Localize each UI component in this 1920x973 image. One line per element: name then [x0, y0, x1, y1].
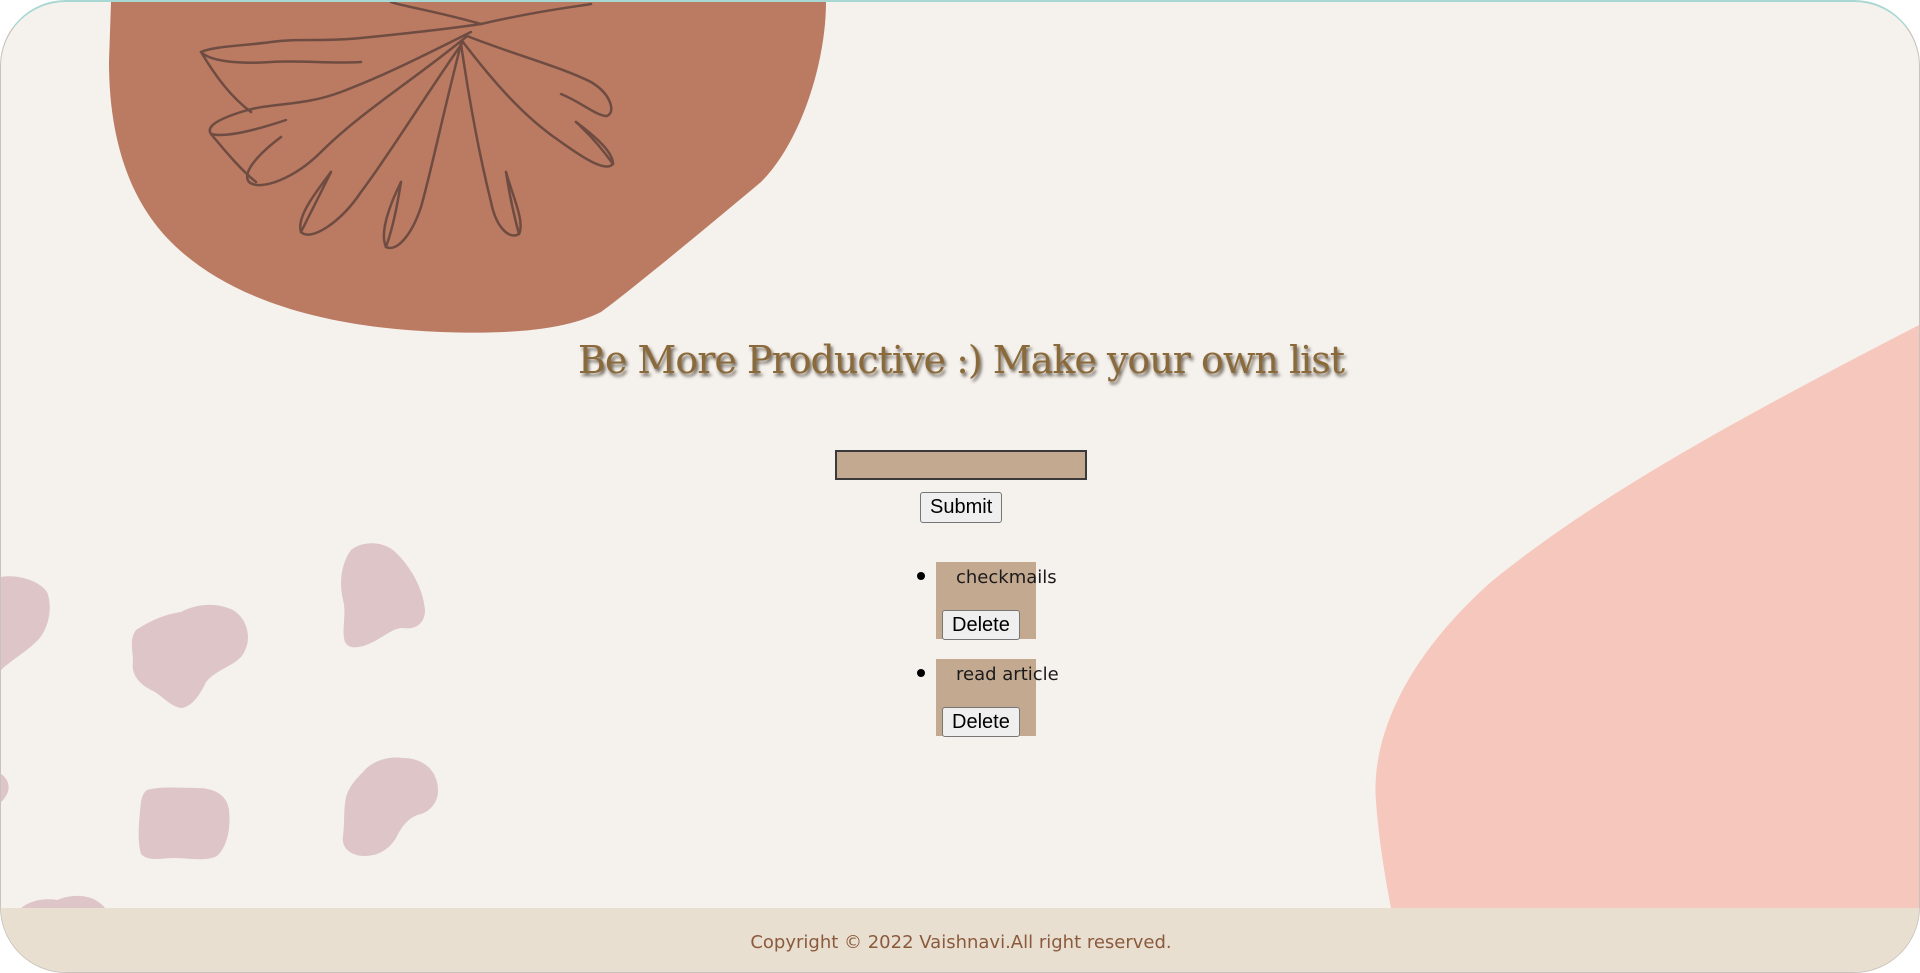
page-title: Be More Productive :) Make your own list	[577, 338, 1345, 382]
submit-button[interactable]: Submit	[920, 492, 1003, 523]
footer: Copyright © 2022 Vaishnavi.All right res…	[1, 908, 1919, 972]
todo-item-box: read article Delete	[936, 659, 1059, 737]
todo-item-text: read article	[956, 664, 1059, 685]
todo-item: checkmails Delete	[917, 562, 1057, 640]
background-decoration	[1, 2, 1919, 908]
bullet-icon	[917, 572, 925, 580]
delete-button[interactable]: Delete	[942, 707, 1020, 737]
pink-blob	[1375, 325, 1919, 908]
terracotta-blob	[109, 2, 826, 333]
brush-strokes	[1, 543, 439, 908]
app-window: Be More Productive :) Make your own list…	[0, 0, 1920, 973]
delete-button[interactable]: Delete	[942, 610, 1020, 640]
todo-input[interactable]	[835, 450, 1087, 480]
todo-item-text: checkmails	[956, 567, 1057, 588]
todo-list: checkmails Delete read article Delete	[917, 562, 1059, 756]
copyright-text: Copyright © 2022 Vaishnavi.All right res…	[750, 932, 1172, 953]
todo-item-box: checkmails Delete	[936, 562, 1057, 640]
todo-item: read article Delete	[917, 659, 1059, 737]
bullet-icon	[917, 669, 925, 677]
